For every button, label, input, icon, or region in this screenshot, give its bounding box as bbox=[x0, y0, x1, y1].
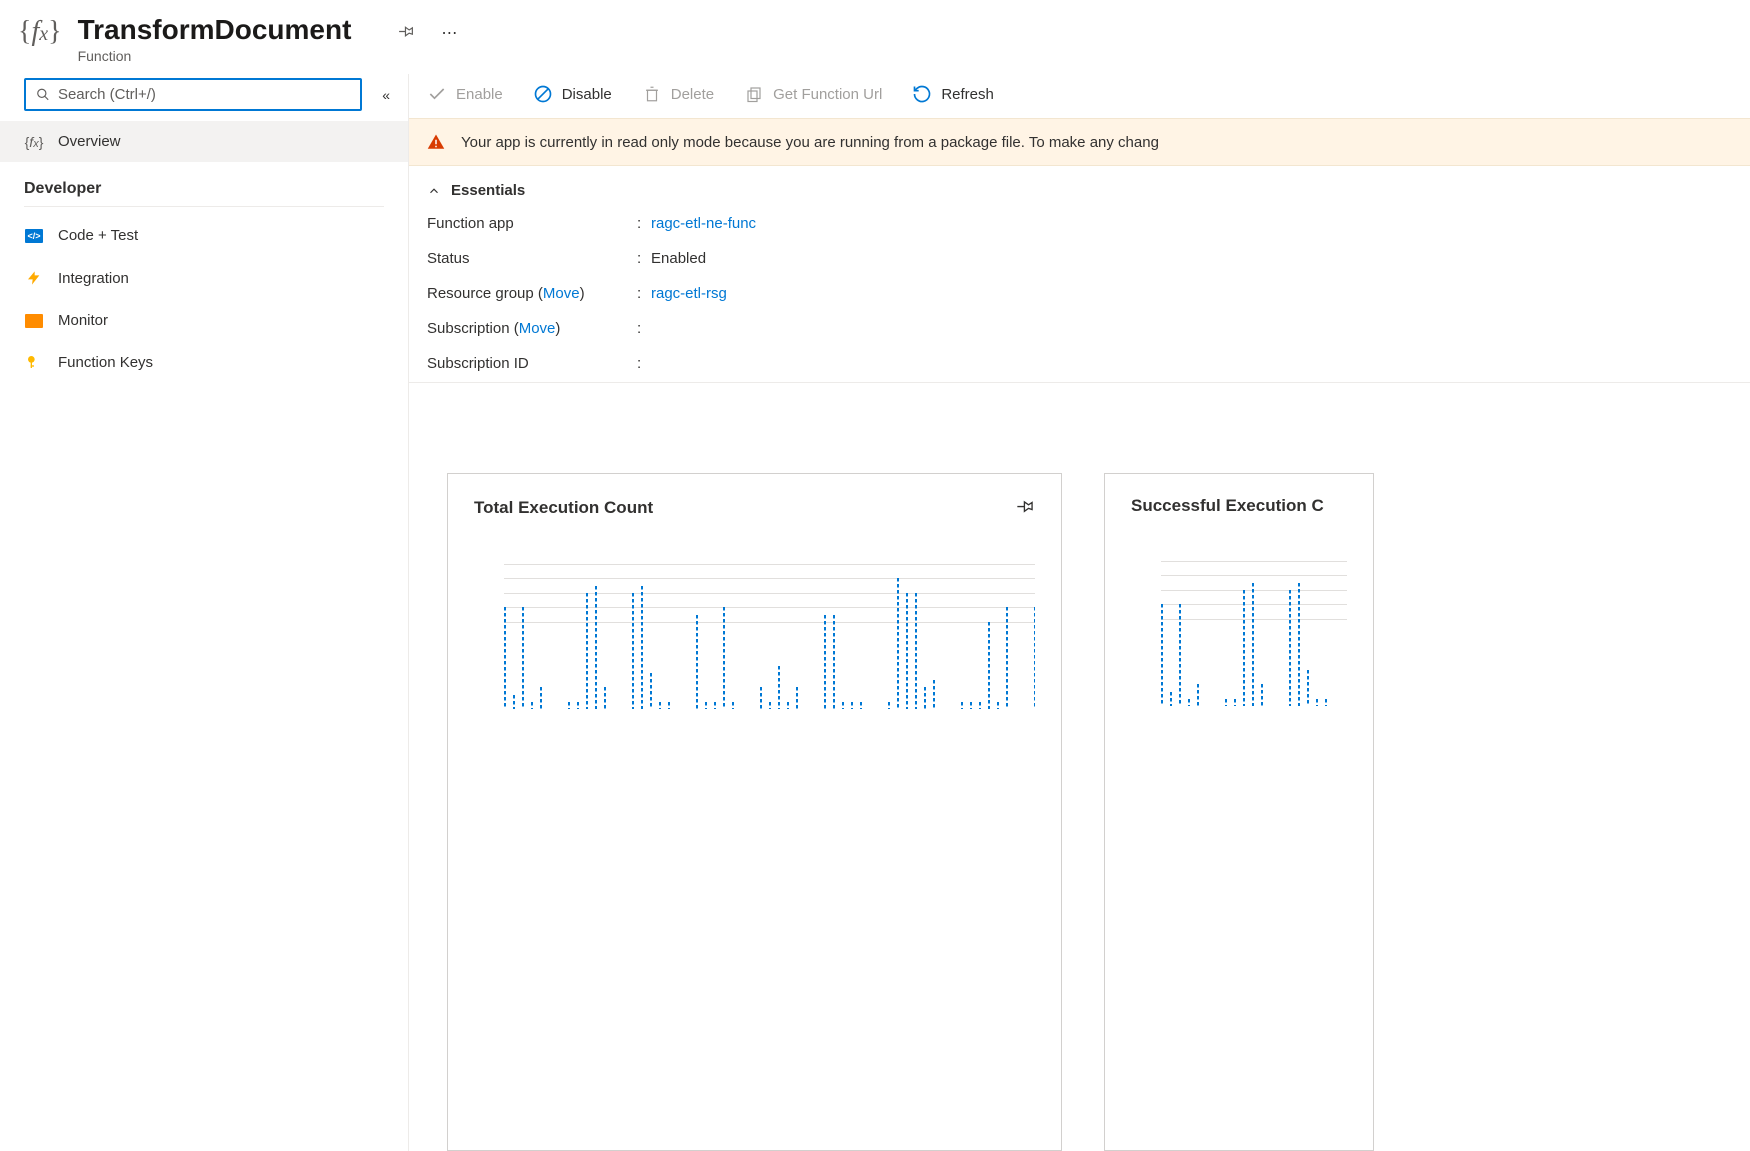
pin-icon[interactable] bbox=[397, 22, 415, 43]
pin-icon[interactable] bbox=[1015, 496, 1035, 519]
chart-title: Total Execution Count bbox=[474, 498, 653, 518]
chart-card-successful-execution: Successful Execution C 1214161820 bbox=[1104, 473, 1374, 1151]
sidebar-item-label: Monitor bbox=[58, 312, 108, 329]
more-icon[interactable]: ⋯ bbox=[441, 23, 459, 43]
sidebar-item-label: Overview bbox=[58, 133, 121, 150]
search-input[interactable] bbox=[24, 78, 362, 111]
sidebar-item-monitor[interactable]: Monitor bbox=[0, 300, 408, 341]
banner-text: Your app is currently in read only mode … bbox=[461, 134, 1159, 151]
essentials-toggle[interactable]: Essentials bbox=[427, 182, 1732, 199]
sidebar-item-label: Function Keys bbox=[58, 354, 153, 371]
search-icon bbox=[36, 87, 50, 102]
warning-icon bbox=[427, 133, 445, 151]
ess-label-function-app: Function app bbox=[427, 215, 637, 232]
disable-button[interactable]: Disable bbox=[533, 84, 612, 104]
refresh-icon bbox=[912, 84, 932, 104]
page-title: TransformDocument bbox=[78, 14, 352, 46]
move-link[interactable]: Move bbox=[519, 320, 556, 337]
ess-value-resource-group[interactable]: ragc-etl-rsg bbox=[651, 285, 1732, 302]
essentials-section: Essentials Function app : ragc-etl-ne-fu… bbox=[409, 166, 1750, 383]
sidebar-item-label: Integration bbox=[58, 270, 129, 287]
ess-value-subscription-id bbox=[651, 355, 1732, 372]
toolbar: Enable Disable Delete bbox=[409, 74, 1750, 118]
ess-label-resource-group: Resource group (Move) bbox=[427, 285, 637, 302]
tool-label: Disable bbox=[562, 86, 612, 103]
checkmark-icon bbox=[427, 84, 447, 104]
trash-icon bbox=[642, 84, 662, 104]
essentials-label: Essentials bbox=[451, 182, 525, 199]
chart-title: Successful Execution C bbox=[1131, 496, 1324, 516]
tool-label: Delete bbox=[671, 86, 714, 103]
sidebar-item-label: Code + Test bbox=[58, 227, 138, 244]
chart-card-total-execution: Total Execution Count 1214161820 bbox=[447, 473, 1062, 1151]
fx-icon: fx bbox=[25, 134, 44, 150]
ess-label-status: Status bbox=[427, 250, 637, 267]
page-header: fx TransformDocument Function ⋯ bbox=[0, 0, 1750, 74]
delete-button: Delete bbox=[642, 84, 714, 104]
sidebar-item-function-keys[interactable]: Function Keys bbox=[0, 341, 408, 383]
ess-value-function-app[interactable]: ragc-etl-ne-func bbox=[651, 215, 1732, 232]
collapse-sidebar-icon[interactable]: « bbox=[382, 87, 390, 103]
tool-label: Refresh bbox=[941, 86, 994, 103]
readonly-banner: Your app is currently in read only mode … bbox=[409, 118, 1750, 166]
search-field[interactable] bbox=[58, 86, 350, 103]
key-icon bbox=[24, 353, 44, 371]
copy-icon bbox=[744, 84, 764, 104]
chart-plot: 1214161820 bbox=[504, 549, 1035, 709]
ess-value-subscription bbox=[651, 320, 1732, 337]
page-subtitle: Function bbox=[78, 48, 352, 64]
sidebar-item-code-test[interactable]: </> Code + Test bbox=[0, 215, 408, 256]
sidebar-section-developer: Developer bbox=[24, 162, 384, 207]
tool-label: Enable bbox=[456, 86, 503, 103]
ess-label-subscription-id: Subscription ID bbox=[427, 355, 637, 372]
sidebar: « fx Overview Developer </> Code + Test … bbox=[0, 74, 408, 1151]
monitor-icon bbox=[25, 314, 43, 328]
move-link[interactable]: Move bbox=[543, 285, 580, 302]
enable-button: Enable bbox=[427, 84, 503, 104]
lightning-icon bbox=[24, 268, 44, 288]
charts-area: Total Execution Count 1214161820 Success… bbox=[409, 383, 1750, 1151]
main-content: Enable Disable Delete bbox=[408, 74, 1750, 1151]
ess-value-status: Enabled bbox=[651, 250, 1732, 267]
chart-plot: 1214161820 bbox=[1161, 546, 1347, 706]
tool-label: Get Function Url bbox=[773, 86, 882, 103]
refresh-button[interactable]: Refresh bbox=[912, 84, 994, 104]
code-icon: </> bbox=[25, 229, 43, 243]
ess-label-subscription: Subscription (Move) bbox=[427, 320, 637, 337]
function-fx-icon: fx bbox=[18, 14, 62, 46]
sidebar-item-integration[interactable]: Integration bbox=[0, 256, 408, 300]
get-function-url-button: Get Function Url bbox=[744, 84, 882, 104]
sidebar-item-overview[interactable]: fx Overview bbox=[0, 121, 408, 162]
chevron-up-icon bbox=[427, 184, 441, 198]
disable-icon bbox=[533, 84, 553, 104]
